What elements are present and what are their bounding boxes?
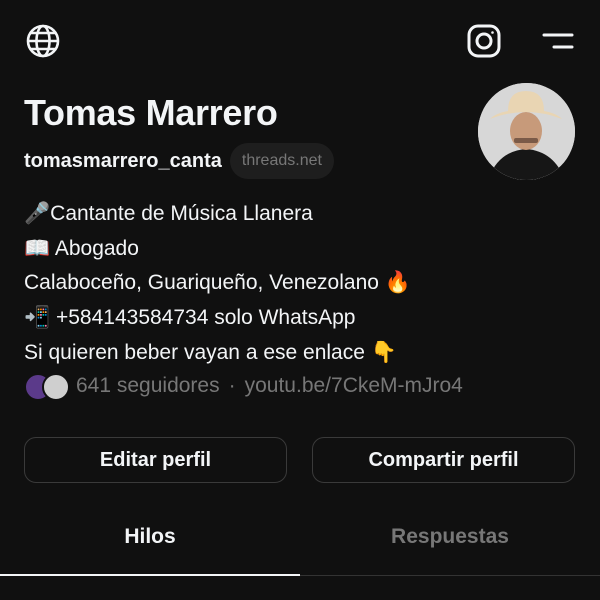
profile-handle: tomasmarrero_canta [24,149,222,172]
active-tab-indicator [0,574,300,576]
followers-count[interactable]: 641 seguidores [76,374,220,398]
followers-row: 641 seguidores · youtu.be/7CkeM-mJro4 [24,373,463,401]
bio-line: Calaboceño, Guariqueño, Venezolano 🔥 [24,271,411,295]
instagram-icon[interactable] [465,22,503,60]
tab-divider [300,575,600,576]
avatar[interactable] [478,83,575,180]
profile-link[interactable]: youtu.be/7CkeM-mJro4 [245,374,463,398]
bio-line: 📲 +584143584734 solo WhatsApp [24,306,356,330]
tab-replies[interactable]: Respuestas [300,525,600,549]
separator-dot: · [228,374,236,397]
bio-line: 📖 Abogado [24,236,139,260]
bio-line: 🎤Cantante de Música Llanera [24,202,313,225]
menu-icon[interactable] [538,26,578,56]
bio-line: Si quieren beber vayan a ese enlace 👇 [24,340,397,364]
domain-badge[interactable]: threads.net [229,143,334,179]
follower-avatars[interactable] [24,373,70,401]
globe-icon[interactable] [24,22,62,60]
profile-bio: 🎤Cantante de Música Llanera 📖 Abogado Ca… [24,197,411,371]
share-profile-button[interactable]: Compartir perfil [312,437,575,483]
handle-row: tomasmarrero_canta threads.net [24,143,334,179]
follower-avatar [42,373,70,401]
tab-threads[interactable]: Hilos [0,525,300,549]
edit-profile-button[interactable]: Editar perfil [24,437,287,483]
profile-name: Tomas Marrero [24,92,278,133]
